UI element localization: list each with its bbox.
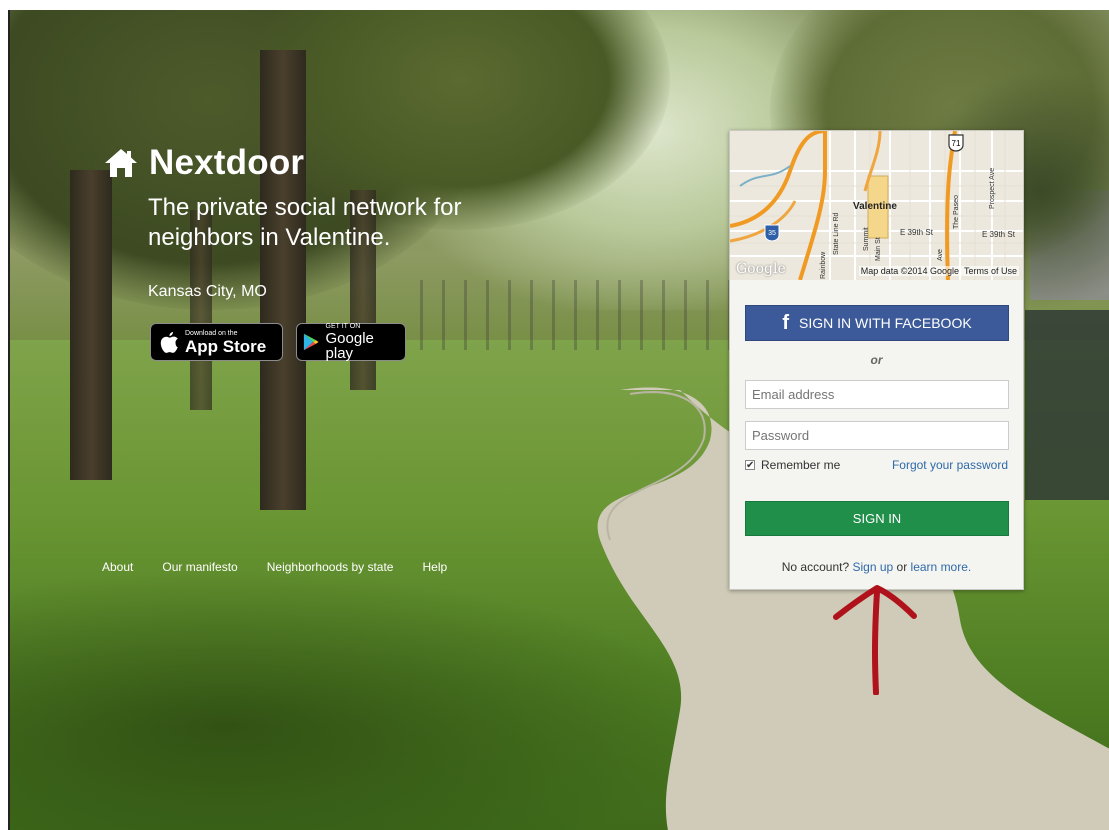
sign-in-button[interactable]: SIGN IN xyxy=(745,501,1009,536)
app-store-small-text: Download on the xyxy=(185,329,238,337)
facebook-icon: f xyxy=(782,311,789,334)
svg-text:Main St: Main St xyxy=(875,237,882,261)
fence-bg xyxy=(420,280,750,350)
no-account-text: No account? Sign up or learn more. xyxy=(730,560,1023,574)
play-icon xyxy=(303,333,319,351)
neighborhood-map[interactable]: 71 35 Valentine E 39th St E 39th St The … xyxy=(730,131,1023,280)
brand: Nextdoor xyxy=(103,143,304,183)
apple-icon xyxy=(160,332,178,353)
route-71-shield: 71 xyxy=(948,134,964,152)
remember-me-label: Remember me xyxy=(761,458,841,472)
svg-text:Prospect Ave: Prospect Ave xyxy=(989,168,996,209)
location-label: Kansas City, MO xyxy=(148,283,267,300)
remember-me[interactable]: ✔ Remember me xyxy=(745,458,840,472)
map-terms-link[interactable]: Terms of Use xyxy=(964,266,1017,276)
map-credit: Map data ©2014 Google Terms of Use xyxy=(858,266,1019,276)
login-card: 71 35 Valentine E 39th St E 39th St The … xyxy=(729,130,1024,590)
password-field[interactable] xyxy=(745,421,1009,450)
annotation-arrow xyxy=(833,585,917,695)
footer-link-about[interactable]: About xyxy=(102,560,133,574)
footer-link-help[interactable]: Help xyxy=(422,560,447,574)
forgot-password-link[interactable]: Forgot your password xyxy=(892,458,1008,472)
or-word: or xyxy=(896,560,908,574)
top-margin xyxy=(0,0,1109,10)
svg-text:Summit: Summit xyxy=(863,227,870,251)
google-map-logo: Google xyxy=(736,261,786,277)
brand-name: Nextdoor xyxy=(149,143,305,182)
svg-text:Rainbow: Rainbow xyxy=(820,251,827,279)
footer-link-neighborhoods[interactable]: Neighborhoods by state xyxy=(267,560,394,574)
svg-text:71: 71 xyxy=(952,139,961,148)
map-data-credit: Map data ©2014 Google xyxy=(860,266,959,276)
google-play-text: Google play xyxy=(325,330,374,362)
footer-link-manifesto[interactable]: Our manifesto xyxy=(162,560,237,574)
learn-more-link[interactable]: learn more. xyxy=(911,560,972,574)
remember-me-checkbox[interactable]: ✔ xyxy=(745,460,755,471)
email-field[interactable] xyxy=(745,380,1009,409)
svg-text:35: 35 xyxy=(768,230,776,237)
map-graphic: 71 35 Valentine E 39th St E 39th St The … xyxy=(730,131,1023,280)
tree-trunk xyxy=(260,50,306,510)
svg-text:Valentine: Valentine xyxy=(853,201,897,212)
footer-links: About Our manifesto Neighborhoods by sta… xyxy=(102,560,476,574)
tree-trunk xyxy=(70,170,112,480)
house-icon xyxy=(105,149,137,177)
app-store-text: App Store xyxy=(185,336,267,356)
or-divider: or xyxy=(870,353,883,367)
facebook-sign-in-label: SIGN IN WITH FACEBOOK xyxy=(798,315,972,331)
facebook-sign-in-button[interactable]: f SIGN IN WITH FACEBOOK xyxy=(745,305,1009,341)
no-account-prefix: No account? xyxy=(781,560,850,574)
google-play-badge[interactable]: GET IT ON Google play xyxy=(296,323,406,361)
route-35-shield: 35 xyxy=(764,224,780,242)
svg-text:The Paseo: The Paseo xyxy=(953,195,960,229)
google-play-small-text: GET IT ON xyxy=(325,323,361,330)
svg-text:E 39th St: E 39th St xyxy=(982,230,1016,239)
app-store-badge[interactable]: Download on the App Store xyxy=(150,323,283,361)
tagline: The private social network for neighbors… xyxy=(148,194,462,251)
svg-text:Ave: Ave xyxy=(937,249,944,261)
svg-text:State Line Rd: State Line Rd xyxy=(833,212,840,255)
sign-up-link[interactable]: Sign up xyxy=(852,560,893,574)
svg-text:E 39th St: E 39th St xyxy=(900,228,934,237)
